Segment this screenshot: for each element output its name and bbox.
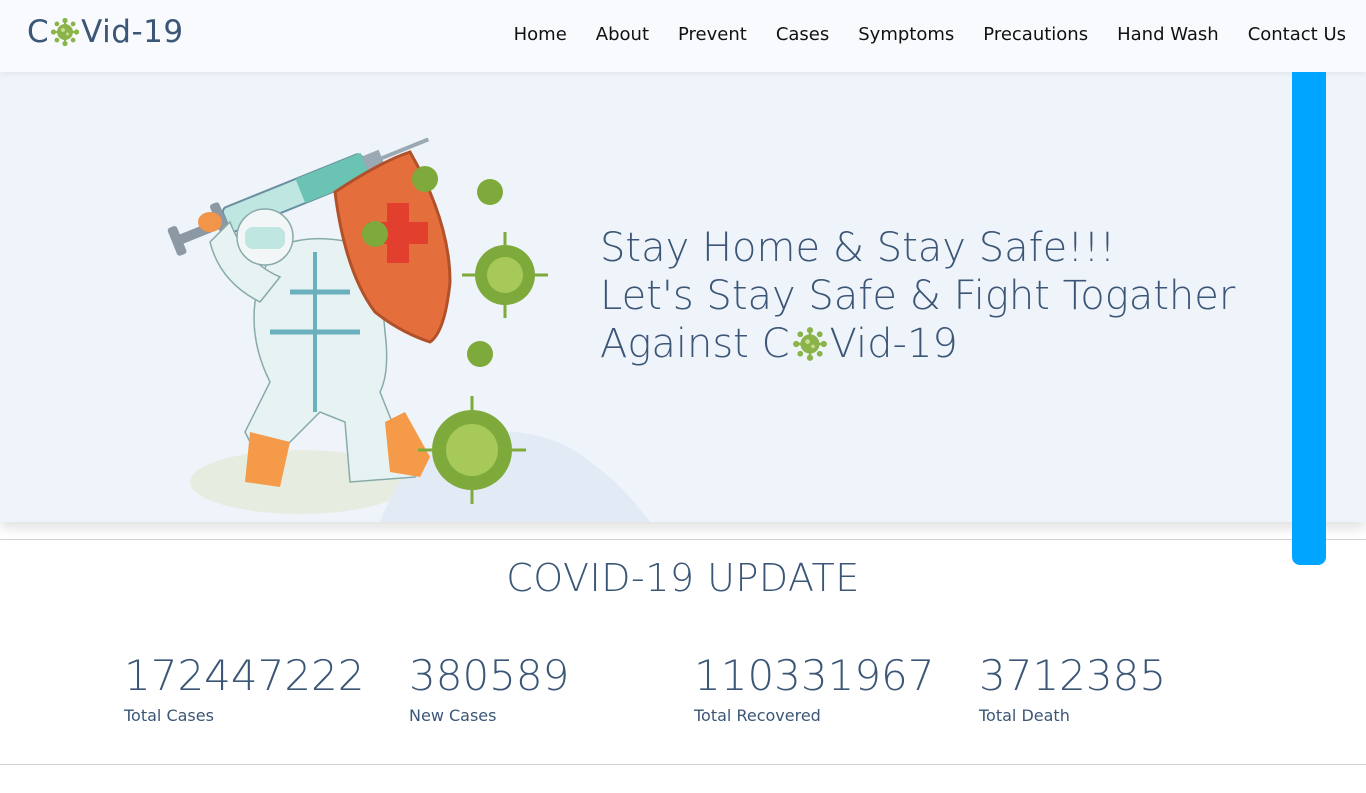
hero-line-3-prefix: Against C (600, 321, 790, 367)
nav-prevent[interactable]: Prevent (678, 22, 747, 48)
stat-total-recovered: 110331967 Total Recovered (694, 651, 935, 726)
stat-label: Total Cases (124, 706, 214, 725)
doctor-fighting-virus-illustration (167, 137, 650, 522)
scrollbar-thumb[interactable] (1292, 72, 1326, 565)
main-nav: Home About Prevent Cases Symptoms Precau… (485, 22, 1346, 48)
stat-total-death: 3712385 Total Death (979, 651, 1167, 726)
stat-value: 172447222 (124, 651, 365, 700)
brand-prefix: C (27, 14, 50, 50)
nav-precautions[interactable]: Precautions (983, 22, 1088, 48)
hero-tagline: Stay Home & Stay Safe!!! Let's Stay Safe… (600, 224, 1235, 368)
brand-suffix: Vid-19 (81, 14, 184, 50)
stat-label: Total Recovered (694, 706, 821, 725)
navbar: C Vid-19 Home About Prevent Cases Sympto… (0, 0, 1366, 72)
hero-line-1: Stay Home & Stay Safe!!! (600, 225, 1116, 271)
nav-home[interactable]: Home (514, 22, 567, 48)
nav-about[interactable]: About (596, 22, 649, 48)
virus-icon (51, 17, 80, 47)
stat-label: Total Death (979, 706, 1070, 725)
hero-line-2: Let's Stay Safe & Fight Togather (600, 273, 1236, 319)
stat-total-cases: 172447222 Total Cases (124, 651, 365, 726)
hero-banner: Stay Home & Stay Safe!!! Let's Stay Safe… (0, 72, 1366, 522)
nav-symptoms[interactable]: Symptoms (858, 22, 954, 48)
nav-hand-wash[interactable]: Hand Wash (1117, 22, 1219, 48)
stat-value: 3712385 (979, 651, 1167, 700)
stat-value: 110331967 (694, 651, 935, 700)
update-section-title: COVID-19 UPDATE (506, 556, 860, 600)
hero-line-3-suffix: Vid-19 (829, 321, 958, 367)
stat-value: 380589 (409, 651, 570, 700)
stat-label: New Cases (409, 706, 497, 725)
virus-icon (792, 327, 827, 361)
nav-contact-us[interactable]: Contact Us (1248, 22, 1346, 48)
section-divider (0, 539, 1366, 540)
nav-cases[interactable]: Cases (776, 22, 829, 48)
brand-logo[interactable]: C Vid-19 (27, 12, 184, 52)
section-divider (0, 764, 1366, 765)
hero-line-3: Against C Vid-19 (600, 320, 1235, 368)
stat-new-cases: 380589 New Cases (409, 651, 570, 726)
